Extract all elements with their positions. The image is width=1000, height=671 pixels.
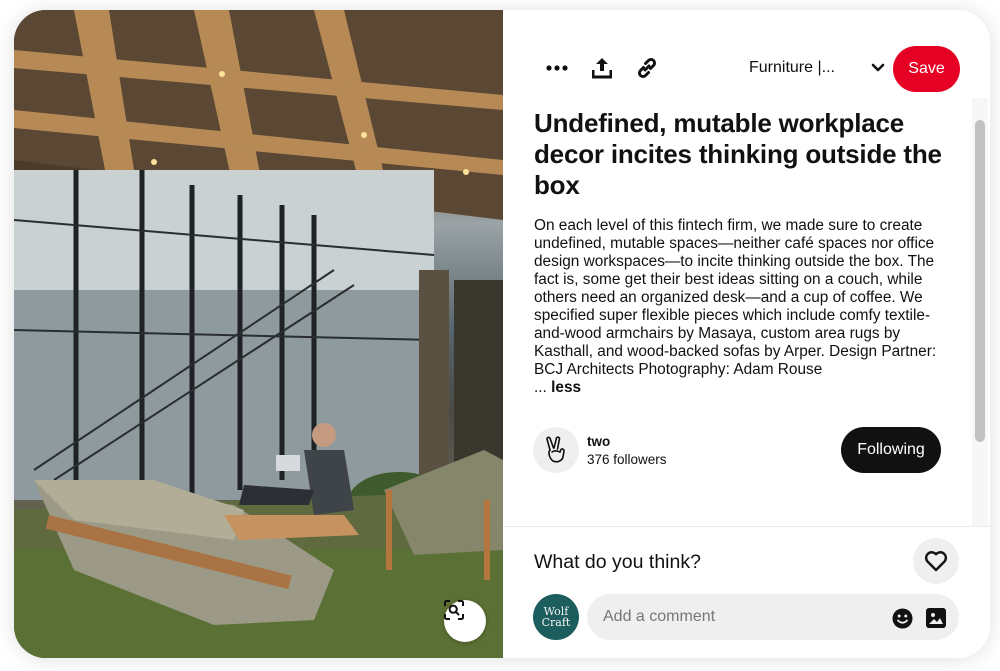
creator-avatar[interactable] <box>533 427 579 473</box>
board-name: Furniture |... <box>749 59 835 76</box>
scrollbar[interactable] <box>972 98 988 526</box>
pin-toolbar: Furniture |... Save <box>503 44 990 94</box>
visual-search-icon <box>444 600 464 620</box>
pin-closeup-card: Furniture |... Save Undefined, mutable w… <box>14 10 990 658</box>
image-icon <box>926 608 946 628</box>
more-horizontal-icon <box>546 65 568 71</box>
emoji-icon <box>892 608 912 628</box>
pin-image[interactable] <box>14 10 503 658</box>
comment-section: What do you think? Wolf Craft <box>503 526 990 658</box>
pin-description: On each level of this fintech firm, we m… <box>534 217 954 397</box>
creator-followers: 376 followers <box>587 452 667 467</box>
link-icon <box>637 57 657 79</box>
copy-link-button[interactable] <box>627 48 667 88</box>
share-button[interactable] <box>582 48 622 88</box>
less-prefix: ... <box>534 379 547 396</box>
pin-title: Undefined, mutable workplace decor incit… <box>534 108 942 200</box>
pin-info-scroll-area[interactable]: Undefined, mutable workplace decor incit… <box>503 98 974 526</box>
following-button[interactable]: Following <box>841 427 941 473</box>
pin-description-text: On each level of this fintech firm, we m… <box>534 217 937 378</box>
more-options-button[interactable] <box>537 48 577 88</box>
chevron-down-icon <box>871 63 885 72</box>
user-avatar-text-2: Craft <box>541 616 571 629</box>
pin-photo-illustration <box>14 10 503 658</box>
react-button[interactable] <box>913 538 959 584</box>
share-upload-icon <box>592 58 612 79</box>
victory-hand-icon <box>546 436 565 463</box>
heart-icon <box>924 551 948 572</box>
creator-name[interactable]: two <box>587 434 610 449</box>
pin-details-panel: Furniture |... Save Undefined, mutable w… <box>503 10 990 658</box>
creator-row: two 376 followers Following <box>533 427 953 475</box>
emoji-button[interactable] <box>891 607 913 629</box>
comment-prompt: What do you think? <box>534 551 701 573</box>
visual-search-button[interactable] <box>444 600 486 642</box>
show-less-link[interactable]: less <box>551 379 581 396</box>
add-image-button[interactable] <box>925 607 947 629</box>
board-selector[interactable]: Furniture |... <box>739 50 891 86</box>
save-button[interactable]: Save <box>893 46 960 92</box>
user-avatar[interactable]: Wolf Craft <box>533 594 579 640</box>
scrollbar-thumb[interactable] <box>975 120 985 442</box>
